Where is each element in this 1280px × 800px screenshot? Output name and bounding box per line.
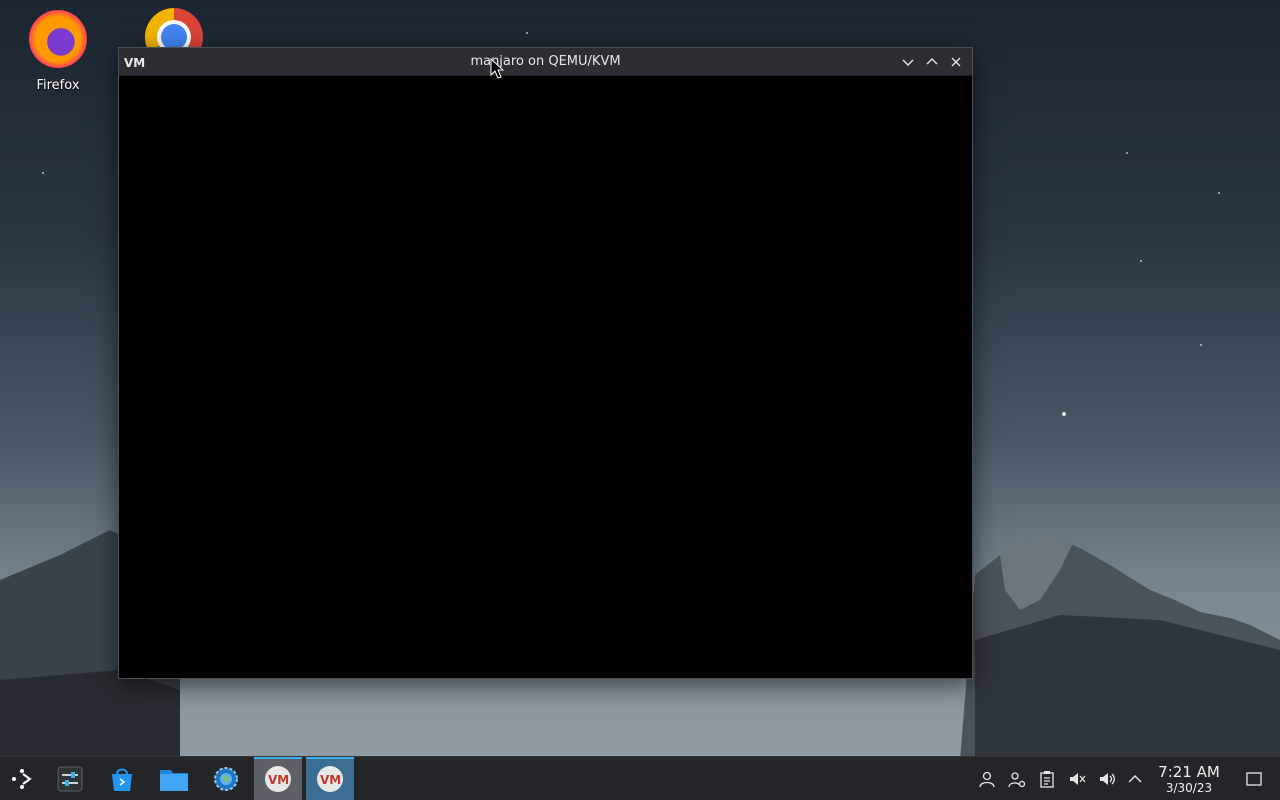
tray-audio-muted[interactable]	[1066, 757, 1088, 800]
desktop-icon-label: Firefox	[36, 78, 80, 93]
digital-clock[interactable]: 7:21 AM 3/30/23	[1150, 763, 1228, 795]
user-settings-icon	[1008, 772, 1026, 788]
taskbar-task-virt-manager[interactable]: VM	[254, 757, 302, 800]
taskbar-pinned-mixer[interactable]	[46, 757, 94, 800]
taskbar-pinned-file-manager[interactable]	[150, 757, 198, 800]
tray-volume[interactable]	[1096, 757, 1118, 800]
clock-date: 3/30/23	[1165, 781, 1213, 795]
virt-manager-icon: VM	[317, 766, 343, 792]
maximize-icon	[926, 58, 938, 65]
file-manager-icon	[160, 770, 188, 791]
application-launcher-icon	[12, 769, 32, 789]
close-icon	[951, 57, 961, 67]
taskbar-pinned-settings[interactable]	[202, 757, 250, 800]
tray-expand[interactable]	[1124, 757, 1146, 800]
svg-text:VM: VM	[268, 773, 289, 787]
close-button[interactable]	[946, 52, 966, 72]
vm-window[interactable]: VM manjaro on QEMU/KVM	[118, 47, 973, 679]
show-desktop-icon	[1246, 772, 1262, 786]
minimize-icon	[902, 59, 914, 66]
tray-user-settings[interactable]	[1006, 757, 1028, 800]
system-settings-mixer-icon	[57, 766, 83, 792]
volume-icon	[1100, 773, 1115, 785]
mouse-cursor-icon	[490, 58, 504, 79]
muted-speaker-icon	[1070, 773, 1086, 785]
tray-clipboard[interactable]	[1036, 757, 1058, 800]
virt-manager-icon: VM	[265, 766, 291, 792]
show-desktop-button[interactable]	[1242, 757, 1266, 800]
window-title: manjaro on QEMU/KVM	[470, 54, 621, 69]
clock-time: 7:21 AM	[1158, 763, 1220, 781]
taskbar-pinned-discover[interactable]	[98, 757, 146, 800]
maximize-button[interactable]	[922, 52, 942, 72]
svg-text:VM: VM	[320, 773, 341, 787]
firefox-icon	[29, 10, 87, 68]
user-icon	[979, 771, 995, 788]
tray-user[interactable]	[976, 757, 998, 800]
taskbar: VM VM 7:21 AM 3/30/23	[0, 756, 1280, 800]
clipboard-icon	[1040, 771, 1054, 788]
expand-tray-icon	[1128, 775, 1142, 783]
window-titlebar[interactable]: VM manjaro on QEMU/KVM	[119, 48, 972, 76]
taskbar-task-vm-console[interactable]: VM	[306, 757, 354, 800]
minimize-button[interactable]	[898, 52, 918, 72]
application-launcher-button[interactable]	[0, 757, 44, 800]
vm-console-display[interactable]	[119, 76, 972, 678]
discover-store-icon	[112, 768, 132, 791]
system-settings-icon	[214, 767, 238, 791]
desktop-icon-firefox[interactable]: Firefox	[18, 10, 98, 93]
